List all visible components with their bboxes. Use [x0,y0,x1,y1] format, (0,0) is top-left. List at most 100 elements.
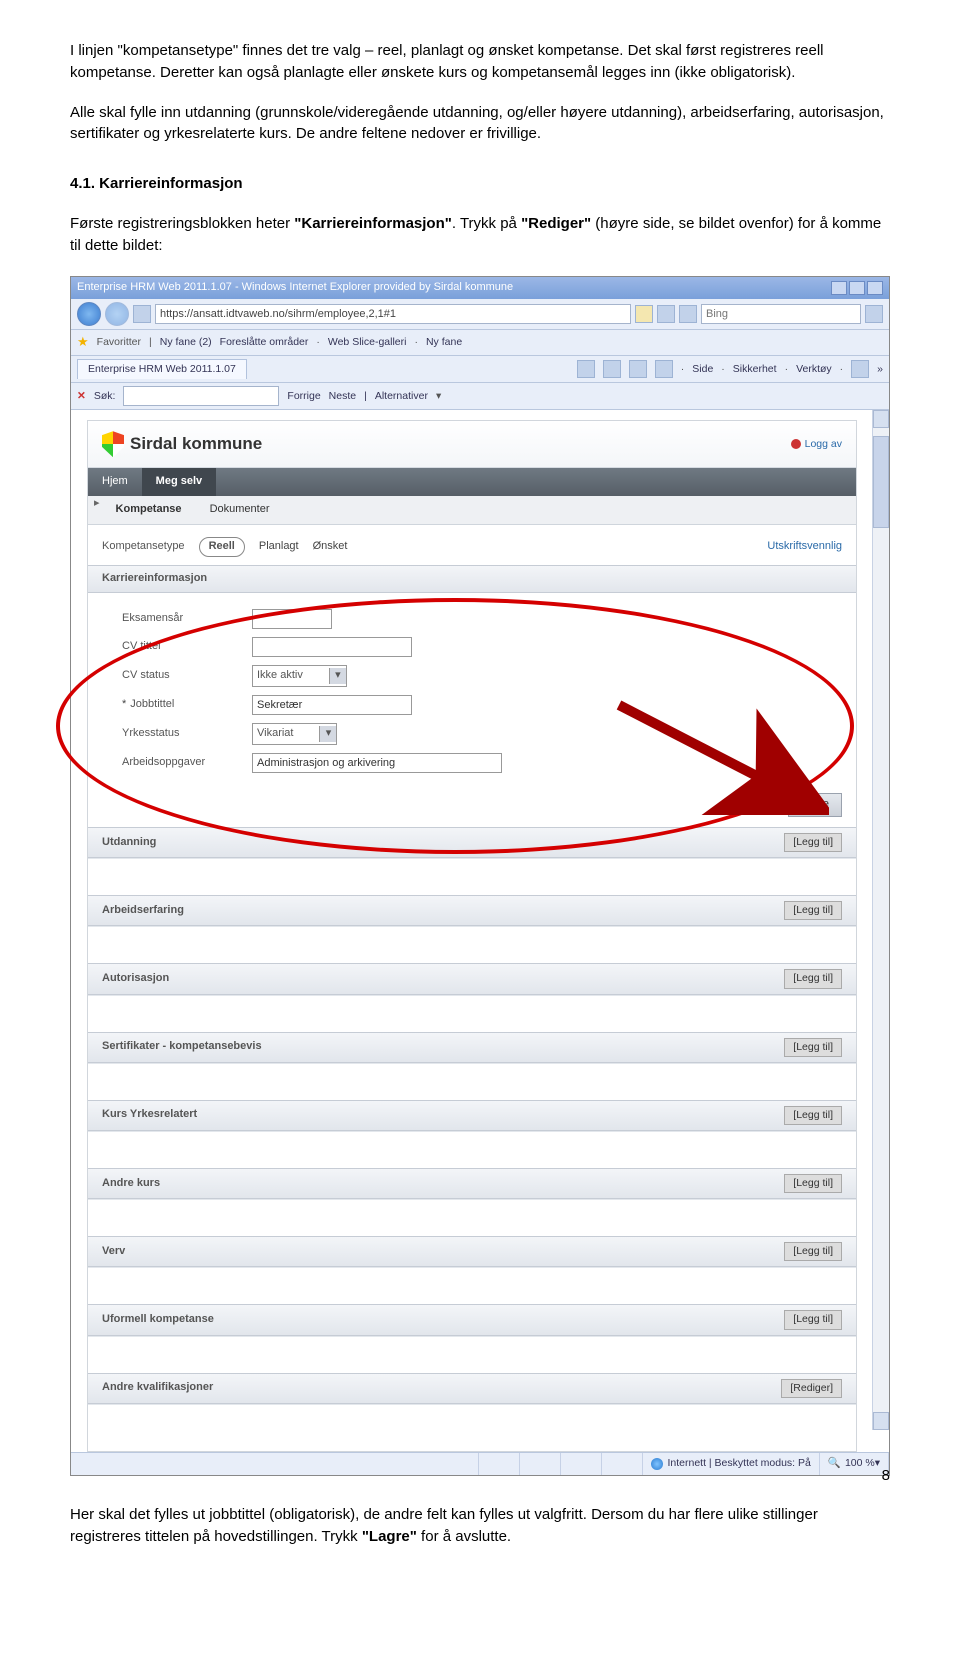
section-other-qualifications[interactable]: Andre kvalifikasjoner [Rediger] [88,1373,856,1404]
page-content: Sirdal kommune Logg av Hjem Meg selv ▸ K… [71,410,889,1452]
save-button[interactable]: Lagre [788,793,842,817]
shield-icon [102,431,124,457]
find-input[interactable] [123,386,279,406]
forward-button[interactable] [105,302,129,326]
home-icon[interactable] [577,360,595,378]
input-job-title[interactable] [252,695,412,715]
browser-search-input[interactable] [701,304,861,324]
browser-tab[interactable]: Enterprise HRM Web 2011.1.07 [77,359,247,379]
page-menu[interactable]: Side [692,362,713,377]
label-job-title: *Jobbtittel [122,697,252,713]
sub-menu: ▸ Kompetanse Dokumenter [88,496,856,525]
edit-other-qualifications-button[interactable]: [Rediger] [781,1379,842,1398]
menu-home[interactable]: Hjem [88,468,142,496]
tab-bar: Enterprise HRM Web 2011.1.07 · Side· Sik… [71,356,889,383]
refresh-icon[interactable] [657,305,675,323]
print-icon[interactable] [655,360,673,378]
print-friendly-link[interactable]: Utskriftsvennlig [767,539,842,555]
label-work-status: Yrkesstatus [122,726,252,742]
search-icon[interactable] [865,305,883,323]
input-cv-title[interactable] [252,637,412,657]
fav-link-4[interactable]: Ny fane [426,335,462,350]
paragraph-2: Alle skal fylle inn utdanning (grunnskol… [70,102,890,146]
add-positions-button[interactable]: [Legg til] [784,1242,842,1261]
scroll-down-arrow[interactable] [873,1412,889,1430]
select-cv-status[interactable]: Ikke aktiv▾ [252,665,347,687]
scrollbar[interactable] [872,410,889,1430]
brand-text: Sirdal kommune [130,432,262,457]
ktype-planned[interactable]: Planlagt [259,539,299,555]
add-other-courses-button[interactable]: [Legg til] [784,1174,842,1193]
section-career[interactable]: Karriereinformasjon [88,565,856,593]
ktype-wanted[interactable]: Ønsket [313,539,348,555]
mail-icon[interactable] [629,360,647,378]
scroll-thumb[interactable] [873,436,889,528]
scroll-up-arrow[interactable] [873,410,889,428]
section-certificates[interactable]: Sertifikater - kompetansebevis [Legg til… [88,1032,856,1063]
input-tasks[interactable] [252,753,502,773]
section-positions[interactable]: Verv [Legg til] [88,1236,856,1267]
back-button[interactable] [77,302,101,326]
section-education[interactable]: Utdanning [Legg til] [88,827,856,858]
add-certificates-button[interactable]: [Legg til] [784,1038,842,1057]
cancel-button[interactable]: Avbryt [740,798,771,810]
section-authorization[interactable]: Autorisasjon [Legg til] [88,963,856,994]
find-label: Søk: [94,389,116,404]
address-input[interactable] [155,304,631,324]
fav-link-2[interactable]: Foreslåtte områder [220,335,309,350]
find-bar: ✕ Søk: Forrige Neste | Alternativer ▾ [71,383,889,410]
fav-link-1[interactable]: Ny fane (2) [160,335,212,350]
section-other-courses[interactable]: Andre kurs [Legg til] [88,1168,856,1199]
submenu-documents[interactable]: Dokumenter [196,496,284,524]
app-frame: Sirdal kommune Logg av Hjem Meg selv ▸ K… [87,420,857,1452]
stop-icon[interactable] [679,305,697,323]
page-number: 8 [882,1465,890,1487]
chevron-down-icon: ▾ [319,726,336,742]
star-icon[interactable]: ★ [77,333,89,352]
label-exam-year: Eksamensår [122,611,252,627]
paragraph-1: I linjen "kompetansetype" finnes det tre… [70,40,890,84]
status-zoom[interactable]: 🔍100 % ▾ [820,1453,889,1475]
logout-link[interactable]: Logg av [791,437,842,452]
find-next-button[interactable]: Neste [329,389,356,404]
paragraph-4: Her skal det fylles ut jobbtittel (oblig… [70,1504,890,1548]
submenu-competence[interactable]: Kompetanse [102,496,196,524]
section-related-courses[interactable]: Kurs Yrkesrelatert [Legg til] [88,1100,856,1131]
add-related-courses-button[interactable]: [Legg til] [784,1106,842,1125]
tools-menu[interactable]: Verktøy [796,362,832,377]
career-form: Eksamensår CV tittel CV status Ikke akti… [88,593,856,787]
status-zone: Internett | Beskyttet modus: På [643,1453,819,1475]
screenshot-container: Enterprise HRM Web 2011.1.07 - Windows I… [70,276,890,1476]
label-cv-title: CV tittel [122,639,252,655]
fav-link-3[interactable]: Web Slice-galleri [328,335,407,350]
close-button[interactable] [867,281,883,295]
section-experience[interactable]: Arbeidserfaring [Legg til] [88,895,856,926]
lock-icon [635,305,653,323]
globe-icon [651,1458,663,1470]
add-authorization-button[interactable]: [Legg til] [784,969,842,988]
competence-type-label: Kompetansetype [102,539,185,555]
maximize-button[interactable] [849,281,865,295]
ktype-real[interactable]: Reell [199,537,245,557]
favorites-bar: ★ Favoritter | Ny fane (2) Foreslåtte om… [71,330,889,356]
add-education-button[interactable]: [Legg til] [784,833,842,852]
section-informal[interactable]: Uformell kompetanse [Legg til] [88,1304,856,1335]
label-cv-status: CV status [122,668,252,684]
input-exam-year[interactable] [252,609,332,629]
feeds-icon[interactable] [603,360,621,378]
status-bar: Internett | Beskyttet modus: På 🔍100 % ▾ [71,1452,889,1475]
find-prev-button[interactable]: Forrige [287,389,320,404]
find-options[interactable]: Alternativer [375,389,428,404]
favorites-label: Favoritter [97,335,141,350]
menu-self[interactable]: Meg selv [142,468,216,496]
minimize-button[interactable] [831,281,847,295]
help-icon[interactable] [851,360,869,378]
safety-menu[interactable]: Sikkerhet [733,362,777,377]
logout-icon [791,439,801,449]
page-icon [133,305,151,323]
address-bar-row [71,299,889,330]
form-button-row: Avbryt Lagre [88,787,856,827]
add-experience-button[interactable]: [Legg til] [784,901,842,920]
select-work-status[interactable]: Vikariat▾ [252,723,337,745]
add-informal-button[interactable]: [Legg til] [784,1310,842,1329]
